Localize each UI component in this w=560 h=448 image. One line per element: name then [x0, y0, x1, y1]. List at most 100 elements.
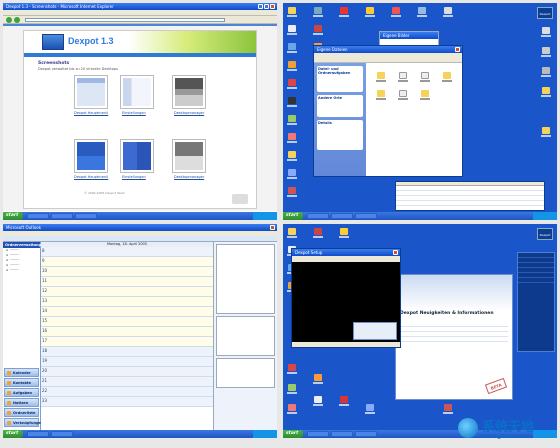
screenshot-thumb[interactable] [74, 75, 108, 109]
file-icon[interactable] [420, 72, 430, 84]
thumb-label[interactable]: Einstellungen [122, 175, 146, 179]
desktop-icon[interactable] [287, 228, 297, 240]
desktop-icon[interactable] [541, 47, 551, 59]
taskbar-item[interactable] [75, 213, 97, 219]
site-nav[interactable] [24, 53, 256, 57]
desktop-icon[interactable] [287, 384, 297, 396]
start-button[interactable]: start [3, 430, 23, 438]
desktop-icon[interactable] [541, 67, 551, 79]
taskbar-item[interactable] [307, 213, 329, 219]
back-icon[interactable] [6, 17, 12, 23]
calendar-hour-row[interactable]: 16 [41, 327, 213, 337]
start-button[interactable]: start [283, 212, 303, 220]
desktop-icon[interactable] [287, 43, 297, 55]
desktop-icon[interactable] [339, 228, 349, 240]
desktop-icon[interactable] [365, 404, 375, 416]
calendar-hour-row[interactable]: 23 [41, 397, 213, 407]
desktop-icon[interactable] [417, 7, 427, 19]
taskbar-item[interactable] [51, 431, 73, 437]
desktop-icon[interactable] [287, 25, 297, 37]
calendar-hour-row[interactable]: 10 [41, 267, 213, 277]
desktop-icon[interactable] [391, 7, 401, 19]
desktop-icon[interactable] [365, 7, 375, 19]
task-panel[interactable]: Details [317, 120, 363, 150]
desktop-icon[interactable] [287, 151, 297, 163]
calendar-hour-row[interactable]: 13 [41, 297, 213, 307]
explorer-window[interactable]: Eigene Dateien Datei- und Ordneraufgaben… [313, 45, 463, 177]
calendar-hour-row[interactable]: 12 [41, 287, 213, 297]
screenshot-thumb[interactable] [74, 139, 108, 173]
screenshot-thumb[interactable] [120, 139, 154, 173]
close-button[interactable] [393, 250, 398, 255]
desktop-icon[interactable] [287, 187, 297, 199]
forward-icon[interactable] [14, 17, 20, 23]
calendar-hour-row[interactable]: 8 [41, 247, 213, 257]
desktop-icon[interactable] [287, 364, 297, 376]
taskbar-item[interactable] [27, 431, 49, 437]
screenshot-thumb[interactable] [172, 139, 206, 173]
desktop-icon[interactable] [541, 27, 551, 39]
thumb-label[interactable]: Dexpot Hauptmenü [74, 175, 108, 179]
desktop-icon[interactable] [287, 404, 297, 416]
desktop-icon[interactable] [339, 396, 349, 408]
file-icon[interactable] [420, 90, 430, 102]
calendar-hour-row[interactable]: 17 [41, 337, 213, 347]
file-icon[interactable] [398, 90, 408, 102]
desktop-icon[interactable] [287, 115, 297, 127]
start-button[interactable]: start [3, 212, 23, 220]
desktop-icon[interactable] [313, 374, 323, 386]
thumb-label[interactable]: Einstellungen [122, 111, 146, 115]
nav-folders[interactable]: Ordnerliste [4, 408, 39, 417]
calendar-hour-row[interactable]: 15 [41, 317, 213, 327]
taskbar-item[interactable] [331, 213, 353, 219]
desktop-icon[interactable] [443, 7, 453, 19]
desktop-icon[interactable] [313, 228, 323, 240]
minimize-button[interactable] [258, 4, 263, 9]
desktop-icon[interactable] [287, 169, 297, 181]
thumb-label[interactable]: Dexpot Hauptmenü [74, 111, 108, 115]
task-panel[interactable]: Andere Orte [317, 95, 363, 117]
desktop-icon[interactable] [339, 7, 349, 19]
calendar-hour-row[interactable]: 19 [41, 357, 213, 367]
list-window[interactable] [395, 181, 545, 211]
desktop-icon[interactable] [287, 97, 297, 109]
desktop-icon[interactable] [541, 127, 551, 139]
desktop-icon[interactable] [287, 79, 297, 91]
nav-notes[interactable]: Notizen [4, 398, 39, 407]
taskbar-item[interactable] [27, 213, 49, 219]
notification-box[interactable] [353, 322, 397, 340]
calendar-hour-row[interactable]: 18 [41, 347, 213, 357]
taskbar-item[interactable] [355, 213, 377, 219]
maximize-button[interactable] [264, 4, 269, 9]
thumb-label[interactable]: Desktopmanager [174, 175, 204, 179]
close-button[interactable] [455, 47, 460, 52]
calendar-hour-row[interactable]: 11 [41, 277, 213, 287]
calendar-hour-row[interactable]: 22 [41, 387, 213, 397]
nav-shortcuts[interactable]: Verknüpfungen [4, 418, 43, 427]
calendar-hour-row[interactable]: 20 [41, 367, 213, 377]
desktop-icon[interactable] [287, 7, 297, 19]
calendar-hour-row[interactable]: 21 [41, 377, 213, 387]
desktop-icon[interactable] [287, 133, 297, 145]
nav-contacts[interactable]: Kontakte [4, 378, 39, 387]
screenshot-thumb[interactable] [120, 75, 154, 109]
file-icon[interactable] [398, 72, 408, 84]
file-icon[interactable] [376, 90, 386, 102]
calendar-view[interactable]: Montag, 18. April 2005 8 9 10 11 12 13 14 15 16 1… [41, 242, 213, 430]
address-field[interactable] [25, 18, 225, 22]
desktop-icon[interactable] [541, 87, 551, 99]
taskbar-item[interactable] [355, 431, 377, 437]
desktop-icon[interactable] [287, 61, 297, 73]
nav-calendar[interactable]: Kalender [4, 368, 39, 377]
taskbar-item[interactable] [331, 431, 353, 437]
screenshot-thumb[interactable] [172, 75, 206, 109]
taskbar-item[interactable] [51, 213, 73, 219]
calendar-hour-row[interactable]: 9 [41, 257, 213, 267]
desktop-icon[interactable] [313, 396, 323, 408]
desktop-icon[interactable] [313, 25, 323, 37]
file-icon[interactable] [442, 72, 452, 84]
close-button[interactable] [270, 225, 275, 230]
thumb-label[interactable]: Desktopmanager [174, 111, 204, 115]
file-icon[interactable] [376, 72, 386, 84]
taskbar-item[interactable] [307, 431, 329, 437]
